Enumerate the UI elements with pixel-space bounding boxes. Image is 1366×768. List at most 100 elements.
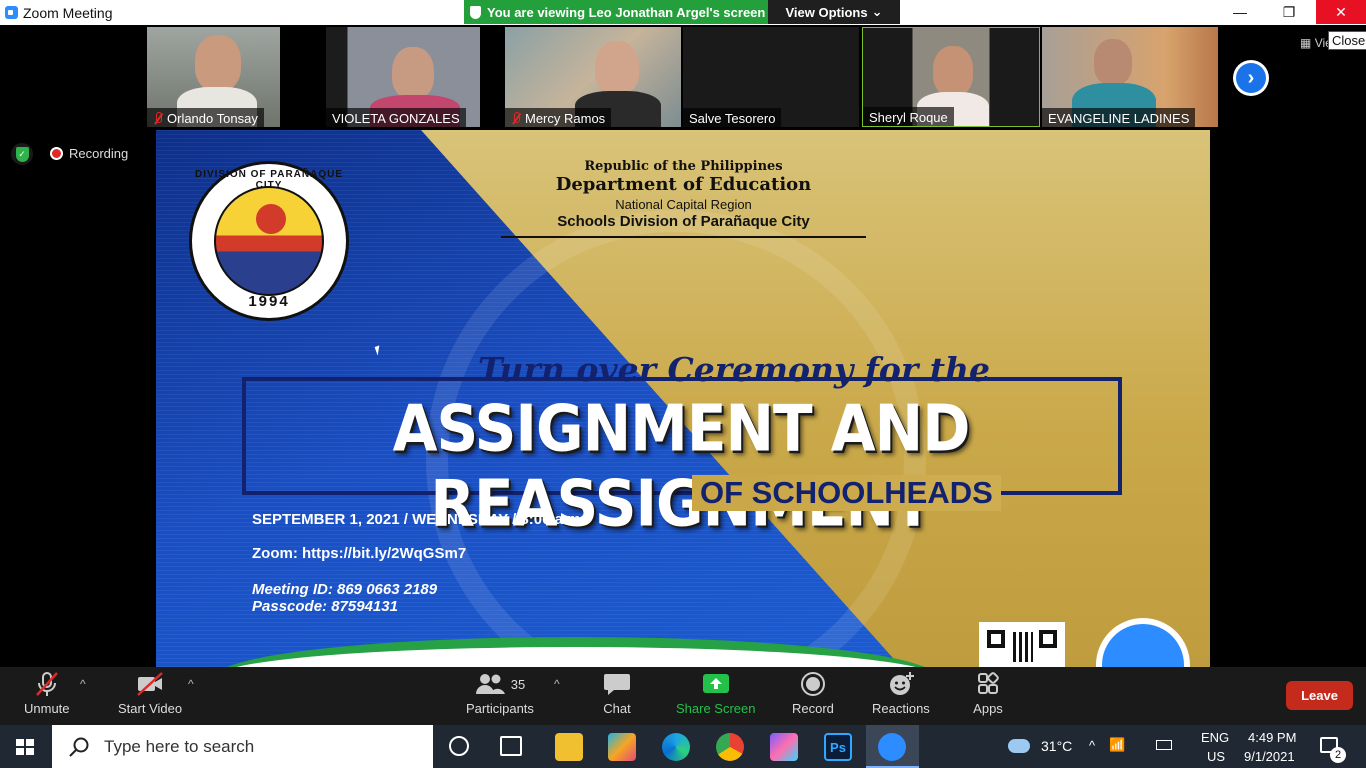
participants-label: Participants (466, 701, 534, 716)
participant-name: Salve Tesorero (683, 108, 782, 127)
chevron-right-icon: › (1236, 63, 1266, 93)
cortana-icon[interactable] (449, 736, 469, 756)
participant-tile[interactable]: Mercy Ramos (505, 27, 681, 127)
share-screen-button[interactable]: Share Screen (676, 671, 756, 716)
search-icon (69, 737, 89, 757)
maximize-button[interactable]: ❐ (1266, 0, 1312, 24)
photos-app-icon[interactable] (608, 733, 636, 761)
search-placeholder: Type here to search (104, 736, 255, 756)
game-app-icon[interactable] (770, 733, 798, 761)
seal-year: 1994 (248, 293, 290, 310)
apps-icon (978, 672, 999, 694)
participant-name: EVANGELINE LADINES (1042, 108, 1196, 127)
reactions-icon (889, 672, 914, 695)
viewing-banner: You are viewing Leo Jonathan Argel's scr… (464, 0, 768, 24)
chat-button[interactable]: Chat (602, 671, 632, 716)
network-icon[interactable]: 📶 (1109, 737, 1125, 753)
participant-tile[interactable]: VIOLETA GONZALES (326, 27, 480, 127)
next-page-button[interactable]: › (1233, 60, 1269, 96)
recording-indicator[interactable]: Recording (44, 142, 128, 164)
reactions-button[interactable]: Reactions (872, 671, 930, 716)
zoom-taskbar-button[interactable] (866, 725, 919, 768)
header-line2: Department of Education (555, 174, 812, 195)
mic-muted-icon (511, 112, 521, 125)
file-explorer-icon[interactable] (555, 733, 583, 761)
show-hidden-icons-caret[interactable]: ^ (1089, 738, 1095, 753)
participants-icon (475, 674, 505, 694)
recording-label: Recording (69, 145, 129, 161)
windows-taskbar: Type here to search Ps 31°C ^ 📶 ENG US 4… (0, 725, 1366, 768)
participant-tile[interactable]: Salve Tesorero (683, 27, 859, 127)
weather-icon[interactable] (1008, 739, 1030, 753)
zoom-icon (878, 733, 906, 761)
chrome-browser-icon[interactable] (716, 733, 744, 761)
photoshop-icon[interactable]: Ps (824, 733, 852, 761)
taskbar-search[interactable]: Type here to search (52, 725, 433, 768)
chevron-down-icon: ⌄ (871, 4, 883, 19)
shield-check-icon: ✓ (15, 146, 29, 162)
start-video-button[interactable]: Start Video (118, 671, 182, 716)
deped-header: Republic of the Philippines Department o… (501, 159, 866, 238)
record-icon (800, 672, 825, 696)
audio-options-caret[interactable]: ^ (80, 677, 86, 691)
start-video-label: Start Video (118, 701, 183, 716)
participants-button[interactable]: 35 Participants (466, 671, 534, 716)
participants-options-caret[interactable]: ^ (554, 677, 560, 691)
qr-code (979, 622, 1065, 667)
participant-tile[interactable]: Orlando Tonsay (147, 27, 280, 127)
windows-start-icon[interactable] (16, 739, 34, 755)
title-bar: Zoom Meeting You are viewing Leo Jonatha… (0, 0, 1366, 25)
weather-temperature[interactable]: 31°C (1041, 738, 1072, 754)
participant-name: Mercy Ramos (505, 108, 612, 127)
header-line3: National Capital Region (615, 197, 752, 212)
header-line1: Republic of the Philippines (584, 159, 783, 174)
chat-label: Chat (603, 701, 631, 716)
clock-date[interactable]: 9/1/2021 (1244, 749, 1295, 764)
encryption-shield-button[interactable]: ✓ (11, 143, 33, 165)
participant-name: VIOLETA GONZALES (326, 108, 466, 127)
task-view-icon[interactable] (500, 736, 522, 756)
header-divider (501, 236, 866, 238)
clock-time[interactable]: 4:49 PM (1248, 730, 1296, 745)
video-options-caret[interactable]: ^ (188, 677, 194, 691)
zoom-link: Zoom: https://bit.ly/2WqGSm7 (252, 545, 467, 562)
record-label: Record (792, 701, 834, 716)
minimize-button[interactable]: — (1217, 0, 1263, 24)
unmute-button[interactable]: Unmute (24, 671, 70, 716)
language-bottom[interactable]: US (1207, 749, 1225, 764)
slide-subtitle-top: Turn over Ceremony for the (478, 350, 990, 389)
battery-icon[interactable] (1156, 740, 1172, 750)
zoom-app-icon (5, 6, 18, 19)
header-line4: Schools Division of Parañaque City (557, 213, 810, 230)
edge-browser-icon[interactable] (662, 733, 690, 761)
record-button[interactable]: Record (792, 671, 834, 716)
close-tooltip: Close (1328, 31, 1366, 50)
view-options-label: View Options (785, 4, 868, 20)
notifications-count: 2 (1330, 747, 1346, 763)
event-date: SEPTEMBER 1, 2021 / WEDNESDAY / 8:00 a.m… (252, 511, 585, 528)
viewing-banner-text: You are viewing Leo Jonathan Argel's scr… (487, 4, 766, 20)
apps-label: Apps (973, 701, 1003, 716)
leave-button[interactable]: Leave (1286, 681, 1353, 710)
window-title: Zoom Meeting (23, 5, 113, 21)
participant-name: Orlando Tonsay (147, 108, 264, 127)
language-top[interactable]: ENG (1201, 730, 1229, 745)
shared-screen: DIVISION OF PARAÑAQUE CITY 1994 Republic… (156, 130, 1210, 667)
grid-icon: ▦ (1300, 36, 1312, 50)
shield-icon (470, 5, 481, 19)
participant-tile[interactable]: EVANGELINE LADINES (1042, 27, 1218, 127)
zoom-logo (1096, 618, 1190, 667)
recording-icon (50, 146, 63, 160)
reactions-label: Reactions (872, 701, 930, 716)
close-button[interactable]: ✕ (1316, 0, 1366, 24)
video-off-icon (137, 672, 163, 696)
apps-button[interactable]: Apps (973, 671, 1003, 716)
participant-name: Sheryl Roque (863, 107, 954, 126)
meeting-toolbar: Unmute ^ Start Video ^ 35 Participants ^… (0, 667, 1366, 725)
passcode: Passcode: 87594131 (252, 598, 398, 615)
participant-tile-active-speaker[interactable]: Sheryl Roque (862, 27, 1040, 127)
meeting-id: Meeting ID: 869 0663 2189 (252, 581, 438, 598)
view-options-button[interactable]: View Options ⌄ (768, 0, 900, 24)
chat-icon (604, 674, 630, 695)
share-screen-label: Share Screen (676, 701, 756, 716)
